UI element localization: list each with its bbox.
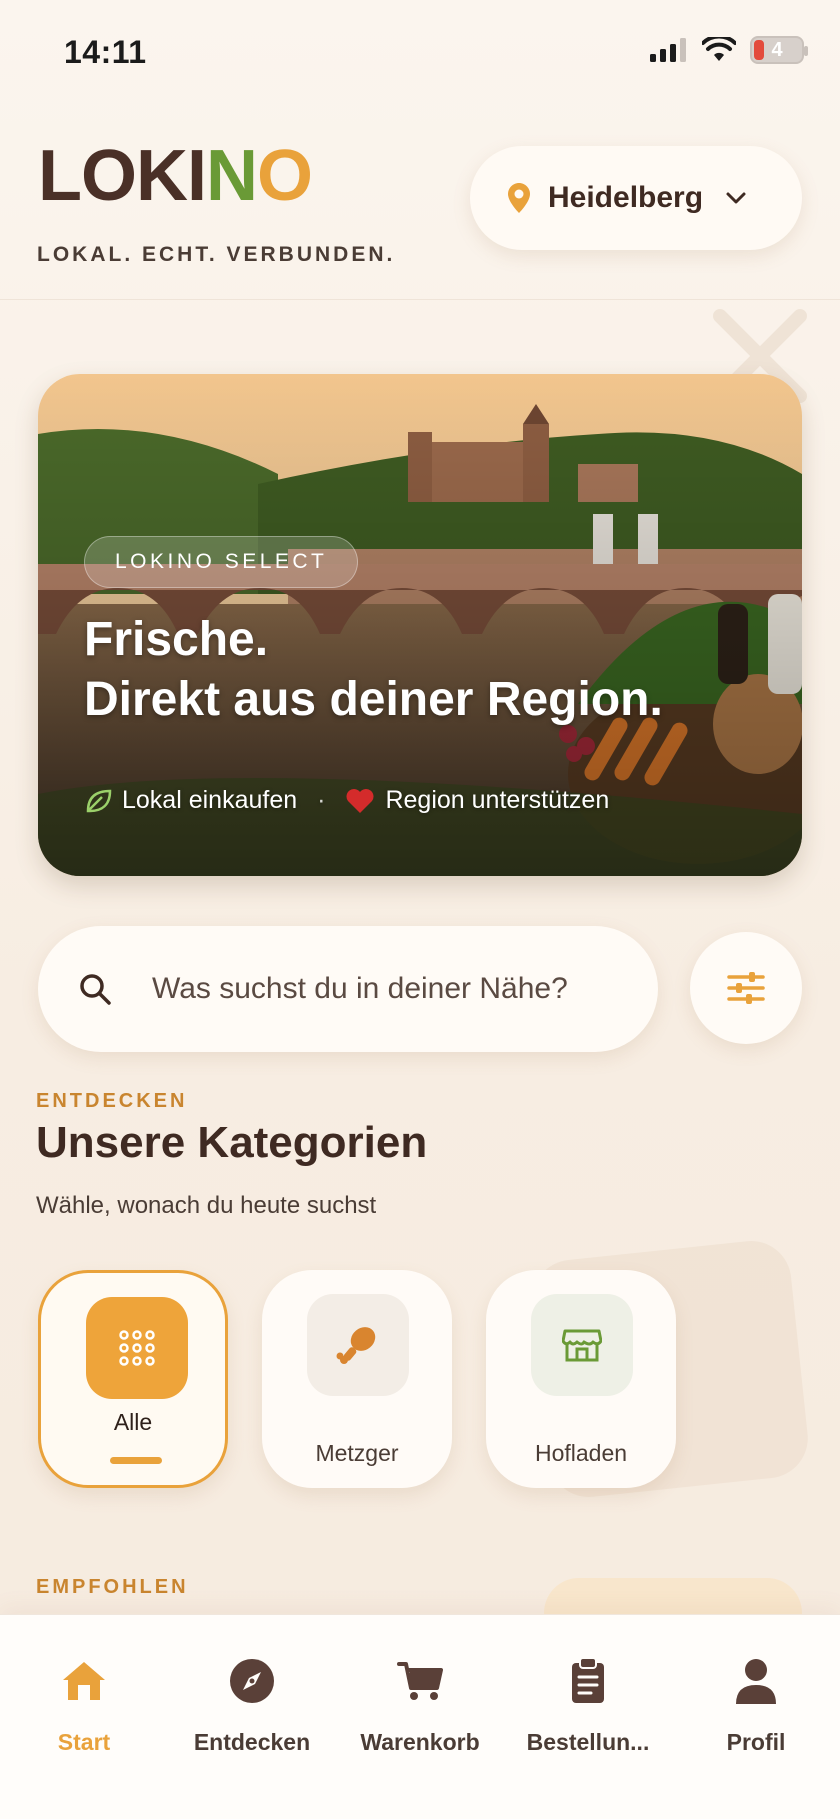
nav-profil[interactable]: Profil <box>672 1655 840 1756</box>
nav-label: Entdecken <box>193 1729 311 1755</box>
logo-text-1: LOKI <box>38 136 207 216</box>
nav-entdecken[interactable]: Entdecken <box>168 1655 336 1756</box>
compass-icon <box>230 1659 274 1703</box>
battery-indicator: 4 <box>750 36 808 64</box>
search-input[interactable] <box>152 972 602 1006</box>
chevron-down-icon <box>726 192 746 204</box>
categories-subtitle: Wähle, wonach du heute suchst <box>36 1192 377 1219</box>
sliders-icon <box>727 972 765 1004</box>
hero-title: Frische. Direkt aus deiner Region. <box>84 610 663 730</box>
nav-label: Profil <box>726 1729 786 1755</box>
app-header: LOKINO LOKAL. ECHT. VERBUNDEN. Heidelber… <box>0 130 840 300</box>
location-label: Heidelberg <box>548 181 704 214</box>
wifi-icon <box>702 37 736 61</box>
nav-label: Start <box>57 1729 111 1755</box>
categories-eyebrow: ENTDECKEN <box>36 1090 188 1112</box>
app-logo: LOKINO <box>38 140 313 212</box>
user-icon <box>736 1659 776 1704</box>
category-icon-box <box>86 1297 188 1399</box>
cart-icon <box>397 1662 443 1700</box>
status-bar: 14:11 4 <box>0 0 840 100</box>
separator-dot: · <box>317 786 326 814</box>
category-icon-box <box>531 1294 633 1396</box>
storefront-icon <box>562 1329 602 1362</box>
hero-banner[interactable]: LOKINO SELECT Frische. Direkt aus deiner… <box>38 374 802 876</box>
hero-feature-region: Region unterstützen <box>345 786 609 815</box>
leaf-icon <box>86 789 112 812</box>
category-metzger[interactable]: Metzger <box>262 1270 452 1488</box>
grid-icon <box>119 1330 155 1366</box>
drumstick-icon <box>336 1327 376 1364</box>
hero-feature-local-label: Lokal einkaufen <box>122 786 298 814</box>
recommended-eyebrow: EMPFOHLEN <box>36 1576 189 1598</box>
hero-title-line1: Frische. <box>84 613 269 666</box>
category-hofladen[interactable]: Hofladen <box>486 1270 676 1488</box>
logo-text-2: N <box>205 136 258 216</box>
category-label: Metzger <box>315 1440 399 1466</box>
status-icons: 4 <box>650 36 808 64</box>
hero-feature-region-label: Region unterstützen <box>385 786 610 814</box>
hero-feature-local: Lokal einkaufen <box>84 786 297 815</box>
category-label: Alle <box>113 1409 153 1435</box>
home-icon <box>63 1662 105 1700</box>
hero-features: Lokal einkaufen · Region unterstützen <box>84 786 609 815</box>
category-label: Hofladen <box>534 1440 628 1466</box>
logo-text-3: O <box>256 136 313 216</box>
clipboard-icon <box>572 1657 604 1703</box>
nav-start[interactable]: Start <box>0 1655 168 1756</box>
heart-icon <box>346 788 374 813</box>
location-selector[interactable]: Heidelberg <box>470 146 802 250</box>
battery-level: 4 <box>771 38 783 61</box>
nav-bestellungen[interactable]: Bestellun... <box>504 1655 672 1756</box>
status-time: 14:11 <box>64 34 147 70</box>
search-bar[interactable] <box>38 926 658 1052</box>
nav-warenkorb[interactable]: Warenkorb <box>336 1655 504 1756</box>
bottom-nav: Start Entdecken Warenkorb Bestellun... P… <box>0 1614 840 1819</box>
active-indicator <box>110 1457 162 1464</box>
nav-label: Bestellun... <box>526 1729 650 1755</box>
filter-button[interactable] <box>690 932 802 1044</box>
categories-title: Unsere Kategorien <box>36 1118 428 1167</box>
location-pin-icon <box>508 183 530 213</box>
category-alle[interactable]: Alle <box>38 1270 228 1488</box>
search-icon <box>80 974 111 1005</box>
nav-label: Warenkorb <box>360 1729 480 1755</box>
category-icon-box <box>307 1294 409 1396</box>
hero-title-line2: Direkt aus deiner Region. <box>84 673 663 726</box>
hero-badge: LOKINO SELECT <box>84 536 359 588</box>
signal-icon <box>650 38 686 62</box>
tagline: LOKAL. ECHT. VERBUNDEN. <box>37 243 396 266</box>
